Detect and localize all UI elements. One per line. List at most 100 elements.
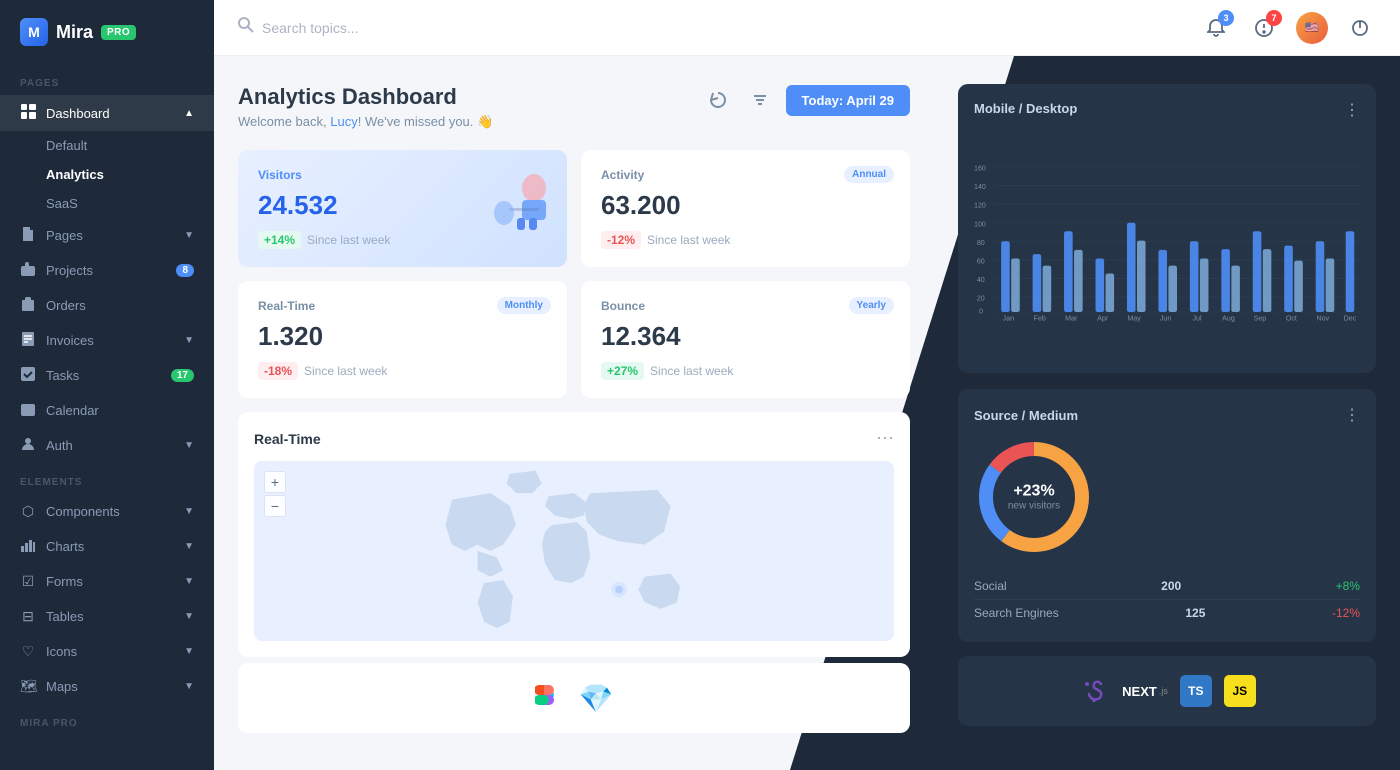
sidebar-item-auth[interactable]: Auth ▼ <box>0 428 214 463</box>
social-pct: +8% <box>1336 579 1360 593</box>
sidebar-item-charts[interactable]: Charts ▼ <box>0 529 214 564</box>
sketch-icon: 💎 <box>579 682 614 715</box>
auth-chevron: ▼ <box>184 440 194 451</box>
pro-badge: PRO <box>101 25 136 40</box>
sidebar-subitem-default[interactable]: Default <box>0 131 214 160</box>
sidebar-item-tasks[interactable]: Tasks 17 <box>0 358 214 393</box>
donut-pct: +23% <box>1008 483 1060 501</box>
realtime-badge: Monthly <box>497 297 551 314</box>
notifications-button[interactable]: 3 <box>1200 12 1232 44</box>
sidebar-item-tables[interactable]: ⊟ Tables ▼ <box>0 599 214 634</box>
svg-text:Apr: Apr <box>1097 315 1109 323</box>
user-avatar[interactable]: 🇺🇸 <box>1296 12 1328 44</box>
source-menu-button[interactable]: ⋮ <box>1344 405 1360 425</box>
svg-text:Feb: Feb <box>1034 315 1046 323</box>
activity-change: -12% Since last week <box>601 231 890 249</box>
sidebar-item-forms[interactable]: ☑ Forms ▼ <box>0 564 214 599</box>
sidebar-item-components[interactable]: ⬡ Components ▼ <box>0 494 214 529</box>
pages-section-label: PAGES <box>0 64 214 95</box>
svg-text:May: May <box>1127 315 1141 323</box>
bounce-since: Since last week <box>650 364 733 378</box>
figma-icon <box>535 681 563 716</box>
filter-button[interactable] <box>744 84 776 116</box>
projects-badge: 8 <box>176 264 194 277</box>
forms-icon: ☑ <box>20 573 36 590</box>
svg-text:Jun: Jun <box>1160 315 1172 323</box>
charts-icon <box>20 538 36 555</box>
svg-text:Sep: Sep <box>1254 315 1267 323</box>
components-icon: ⬡ <box>20 503 36 520</box>
auth-icon <box>20 437 36 454</box>
svg-text:Jul: Jul <box>1192 315 1202 323</box>
svg-text:Mar: Mar <box>1065 315 1078 323</box>
bounce-card: Yearly Bounce 12.364 +27% Since last wee… <box>581 281 910 398</box>
mobile-desktop-chart-svg: 160 140 120 100 80 60 40 20 0 <box>974 132 1360 352</box>
svg-text:140: 140 <box>974 183 986 191</box>
main-content: Search topics... 3 7 🇺🇸 <box>214 0 1400 770</box>
mobile-desktop-menu[interactable]: ⋮ <box>1344 100 1360 120</box>
sidebar-item-dashboard[interactable]: Dashboard ▲ <box>0 95 214 131</box>
map-body: + − <box>254 461 894 641</box>
sidebar-item-orders[interactable]: Orders <box>0 288 214 323</box>
sidebar-components-label: Components <box>46 504 120 519</box>
svg-text:Dec: Dec <box>1344 315 1357 323</box>
javascript-icon: JS <box>1224 675 1256 707</box>
mobile-desktop-card: Mobile / Desktop ⋮ 160 140 120 100 80 60… <box>958 84 1376 373</box>
tools-light-card: 💎 <box>238 663 910 733</box>
sidebar-projects-label: Projects <box>46 263 93 278</box>
bounce-pct: +27% <box>601 362 644 380</box>
sidebar-tasks-label: Tasks <box>46 368 79 383</box>
mobile-desktop-title: Mobile / Desktop <box>974 101 1077 116</box>
svg-text:60: 60 <box>977 257 985 265</box>
invoices-chevron: ▼ <box>184 335 194 346</box>
tasks-icon <box>20 367 36 384</box>
sidebar-item-maps[interactable]: 🗺 Maps ▼ <box>0 669 214 704</box>
sidebar-item-pages[interactable]: Pages ▼ <box>0 218 214 253</box>
visitors-card: Visitors 24.532 +14% Since last week <box>238 150 567 267</box>
activity-since: Since last week <box>647 233 730 247</box>
sidebar-orders-label: Orders <box>46 298 86 313</box>
today-button[interactable]: Today: April 29 <box>786 85 910 116</box>
sidebar-calendar-label: Calendar <box>46 403 99 418</box>
svg-text:100: 100 <box>974 220 986 228</box>
pages-chevron: ▼ <box>184 230 194 241</box>
tables-chevron: ▼ <box>184 611 194 622</box>
notifications-badge: 3 <box>1218 10 1234 26</box>
icons-icon: ♡ <box>20 643 36 660</box>
topbar: Search topics... 3 7 🇺🇸 <box>214 0 1400 56</box>
sidebar-subitem-saas[interactable]: SaaS <box>0 189 214 218</box>
topbar-actions: 3 7 🇺🇸 <box>1200 12 1376 44</box>
sidebar: M Mira PRO PAGES Dashboard ▲ Default Ana… <box>0 0 214 770</box>
map-menu-button[interactable]: ⋯ <box>876 428 894 449</box>
sidebar-invoices-label: Invoices <box>46 333 94 348</box>
dashboard-icon <box>20 104 36 122</box>
search-icon <box>238 17 254 38</box>
svg-text:0: 0 <box>979 307 983 315</box>
sidebar-auth-label: Auth <box>46 438 73 453</box>
power-button[interactable] <box>1344 12 1376 44</box>
mobile-desktop-header: Mobile / Desktop ⋮ <box>974 100 1360 120</box>
charts-chevron: ▼ <box>184 541 194 552</box>
bounce-value: 12.364 <box>601 321 890 352</box>
refresh-button[interactable] <box>702 84 734 116</box>
sidebar-tables-label: Tables <box>46 609 84 624</box>
svg-text:20: 20 <box>977 295 985 303</box>
activity-card: Annual Activity 63.200 -12% Since last w… <box>581 150 910 267</box>
sidebar-item-invoices[interactable]: Invoices ▼ <box>0 323 214 358</box>
sidebar-subitem-analytics[interactable]: Analytics <box>0 160 214 189</box>
sidebar-item-icons[interactable]: ♡ Icons ▼ <box>0 634 214 669</box>
left-panel: Analytics Dashboard Welcome back, Lucy! … <box>214 56 934 770</box>
realtime-change: -18% Since last week <box>258 362 547 380</box>
app-logo: M Mira PRO <box>0 0 214 64</box>
activity-value: 63.200 <box>601 190 890 221</box>
sidebar-forms-label: Forms <box>46 574 83 589</box>
visitors-illustration <box>479 158 559 243</box>
search-engines-pct: -12% <box>1332 606 1360 620</box>
donut-sub: new visitors <box>1008 501 1060 512</box>
sidebar-item-calendar[interactable]: Calendar <box>0 393 214 428</box>
app-name: Mira <box>56 22 93 43</box>
social-value: 200 <box>1161 579 1181 593</box>
alerts-button[interactable]: 7 <box>1248 12 1280 44</box>
sidebar-item-projects[interactable]: Projects 8 <box>0 253 214 288</box>
orders-icon <box>20 297 36 314</box>
